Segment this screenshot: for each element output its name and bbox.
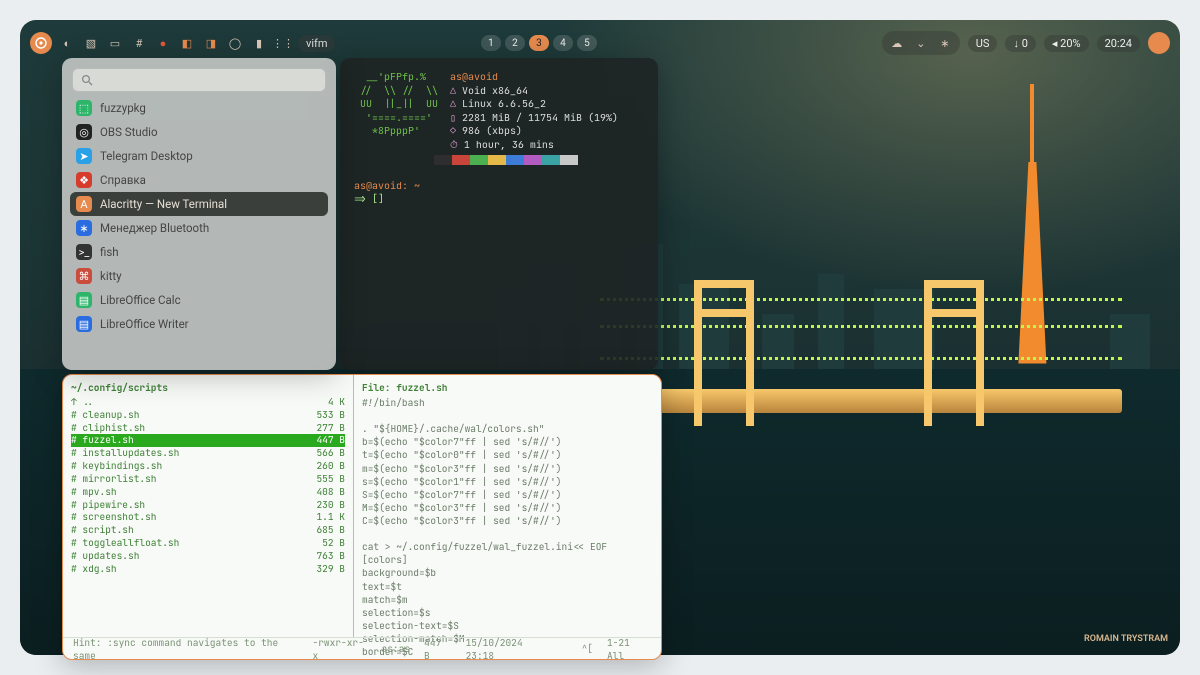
- browser-icon[interactable]: ◯: [226, 34, 244, 52]
- file-manager-window[interactable]: ~/.config/scripts ↑ ..4 K# cleanup.sh533…: [62, 374, 662, 660]
- app-icon: >_: [76, 244, 92, 260]
- status-caret: ^[: [582, 642, 593, 655]
- app-icon: ∗: [76, 220, 92, 236]
- file-row[interactable]: # keybindings.sh260 B: [71, 460, 345, 473]
- bluetooth-icon[interactable]: ∗: [936, 34, 954, 52]
- search-icon: [81, 74, 93, 86]
- launcher-item-label: fuzzypkg: [100, 101, 146, 115]
- launcher-item[interactable]: ⬚ fuzzypkg: [70, 96, 328, 120]
- launcher-item-label: OBS Studio: [100, 125, 158, 139]
- prompt-symbol: => []: [354, 192, 384, 205]
- launcher-item-label: kitty: [100, 269, 122, 283]
- file-row[interactable]: # xdg.sh329 B: [71, 563, 345, 576]
- app-icon: A: [76, 196, 92, 212]
- workspace-5[interactable]: 5: [577, 35, 597, 51]
- file-row[interactable]: # updates.sh763 B: [71, 550, 345, 563]
- top-bar: ◐ ▧ ▭ # ● ◧ ◨ ◯ ▮ ⋮⋮ vifm 12345 ☁ ⌄ ∗ US…: [30, 28, 1170, 58]
- app-icon: ◎: [76, 124, 92, 140]
- launcher-item[interactable]: ➤ Telegram Desktop: [70, 144, 328, 168]
- launcher-search-input[interactable]: [72, 68, 326, 92]
- launcher-item[interactable]: ▤ LibreOffice Calc: [70, 288, 328, 312]
- wallpaper-artist-credit: ROMAIN TRYSTRAM: [1084, 635, 1168, 645]
- keyboard-layout[interactable]: US: [968, 35, 998, 52]
- app-icon: ▤: [76, 316, 92, 332]
- status-perm: -rwxr-xr-x: [313, 636, 368, 661]
- window-icon[interactable]: ▭: [106, 34, 124, 52]
- rainbow-bridge-art: [600, 261, 1122, 490]
- app-icon: ⬚: [76, 100, 92, 116]
- prompt-userhost: as@avoid: ~: [354, 179, 420, 192]
- file-row[interactable]: # mirrorlist.sh555 B: [71, 473, 345, 486]
- workspace-2[interactable]: 2: [505, 35, 525, 51]
- cloud-icon[interactable]: ☁: [888, 34, 906, 52]
- launcher-item[interactable]: ∗ Менеджер Bluetooth: [70, 216, 328, 240]
- app-launcher-popup: ⬚ fuzzypkg ◎ OBS Studio ➤ Telegram Desktop ❖ Сп…: [62, 58, 336, 370]
- launcher-item-label: LibreOffice Calc: [100, 293, 181, 307]
- status-size: 447 B: [424, 636, 452, 661]
- launcher-item-label: Alacritty — New Terminal: [100, 197, 227, 211]
- cwd-label: ~/.config/scripts: [71, 381, 345, 394]
- launcher-icon[interactable]: [30, 32, 52, 54]
- app-icon: ➤: [76, 148, 92, 164]
- launcher-item[interactable]: ⌘ kitty: [70, 264, 328, 288]
- status-hint: Hint: :sync command navigates to the sam…: [73, 636, 299, 661]
- dashboard-icon[interactable]: ◐: [58, 34, 76, 52]
- power-icon[interactable]: [1148, 32, 1170, 54]
- status-owner: as:as: [382, 642, 411, 655]
- workspace-3[interactable]: 3: [529, 35, 549, 51]
- record-icon[interactable]: ●: [154, 34, 172, 52]
- launcher-item[interactable]: ▤ LibreOffice Writer: [70, 312, 328, 336]
- file-row[interactable]: # toggleallfloat.sh52 B: [71, 537, 345, 550]
- launcher-item-label: Менеджер Bluetooth: [100, 221, 209, 235]
- status-date: 15/10/2024 23:18: [466, 636, 554, 661]
- launcher-item[interactable]: ◎ OBS Studio: [70, 120, 328, 144]
- terminal-window[interactable]: __'pFPfp.% as@avoid // \\ // \\ △ Void x…: [340, 58, 658, 370]
- wifi-icon[interactable]: ⌄: [912, 34, 930, 52]
- tag-icon[interactable]: ◧: [178, 34, 196, 52]
- app-icon: ❖: [76, 172, 92, 188]
- app-icon: ⌘: [76, 268, 92, 284]
- file-row[interactable]: # mpv.sh408 B: [71, 486, 345, 499]
- workspace-4[interactable]: 4: [553, 35, 573, 51]
- launcher-item[interactable]: >_ fish: [70, 240, 328, 264]
- file-preview: #!/bin/bash . "${HOME}/.cache/wal/colors…: [362, 396, 653, 660]
- hash-icon[interactable]: #: [130, 34, 148, 52]
- folder-icon[interactable]: ▮: [250, 34, 268, 52]
- color-palette: [434, 155, 644, 165]
- launcher-item[interactable]: A Alacritty — New Terminal: [70, 192, 328, 216]
- file-row[interactable]: # cleanup.sh533 B: [71, 409, 345, 422]
- clock[interactable]: 20:24: [1097, 35, 1140, 52]
- launcher-item-label: Справка: [100, 173, 146, 187]
- launcher-item-label: LibreOffice Writer: [100, 317, 189, 331]
- preview-title: File: fuzzel.sh: [362, 381, 653, 394]
- tray-icons: ☁ ⌄ ∗: [882, 31, 960, 55]
- file-row[interactable]: ↑ ..4 K: [71, 396, 345, 409]
- launcher-item[interactable]: ❖ Справка: [70, 168, 328, 192]
- volume-level[interactable]: ◂ 20%: [1044, 35, 1089, 52]
- status-bar: Hint: :sync command navigates to the sam…: [63, 637, 661, 659]
- apps-icon[interactable]: ⋮⋮: [274, 34, 292, 52]
- app-icon: ▤: [76, 292, 92, 308]
- launcher-item-label: Telegram Desktop: [100, 149, 193, 163]
- status-pos: 1-21 All: [607, 636, 651, 661]
- workspace-switcher: 12345: [481, 35, 597, 51]
- active-app-label: vifm: [298, 35, 335, 52]
- note-icon[interactable]: ◨: [202, 34, 220, 52]
- mic-level[interactable]: ↓ 0: [1005, 35, 1035, 52]
- workspace-1[interactable]: 1: [481, 35, 501, 51]
- image-icon[interactable]: ▧: [82, 34, 100, 52]
- launcher-item-label: fish: [100, 245, 119, 259]
